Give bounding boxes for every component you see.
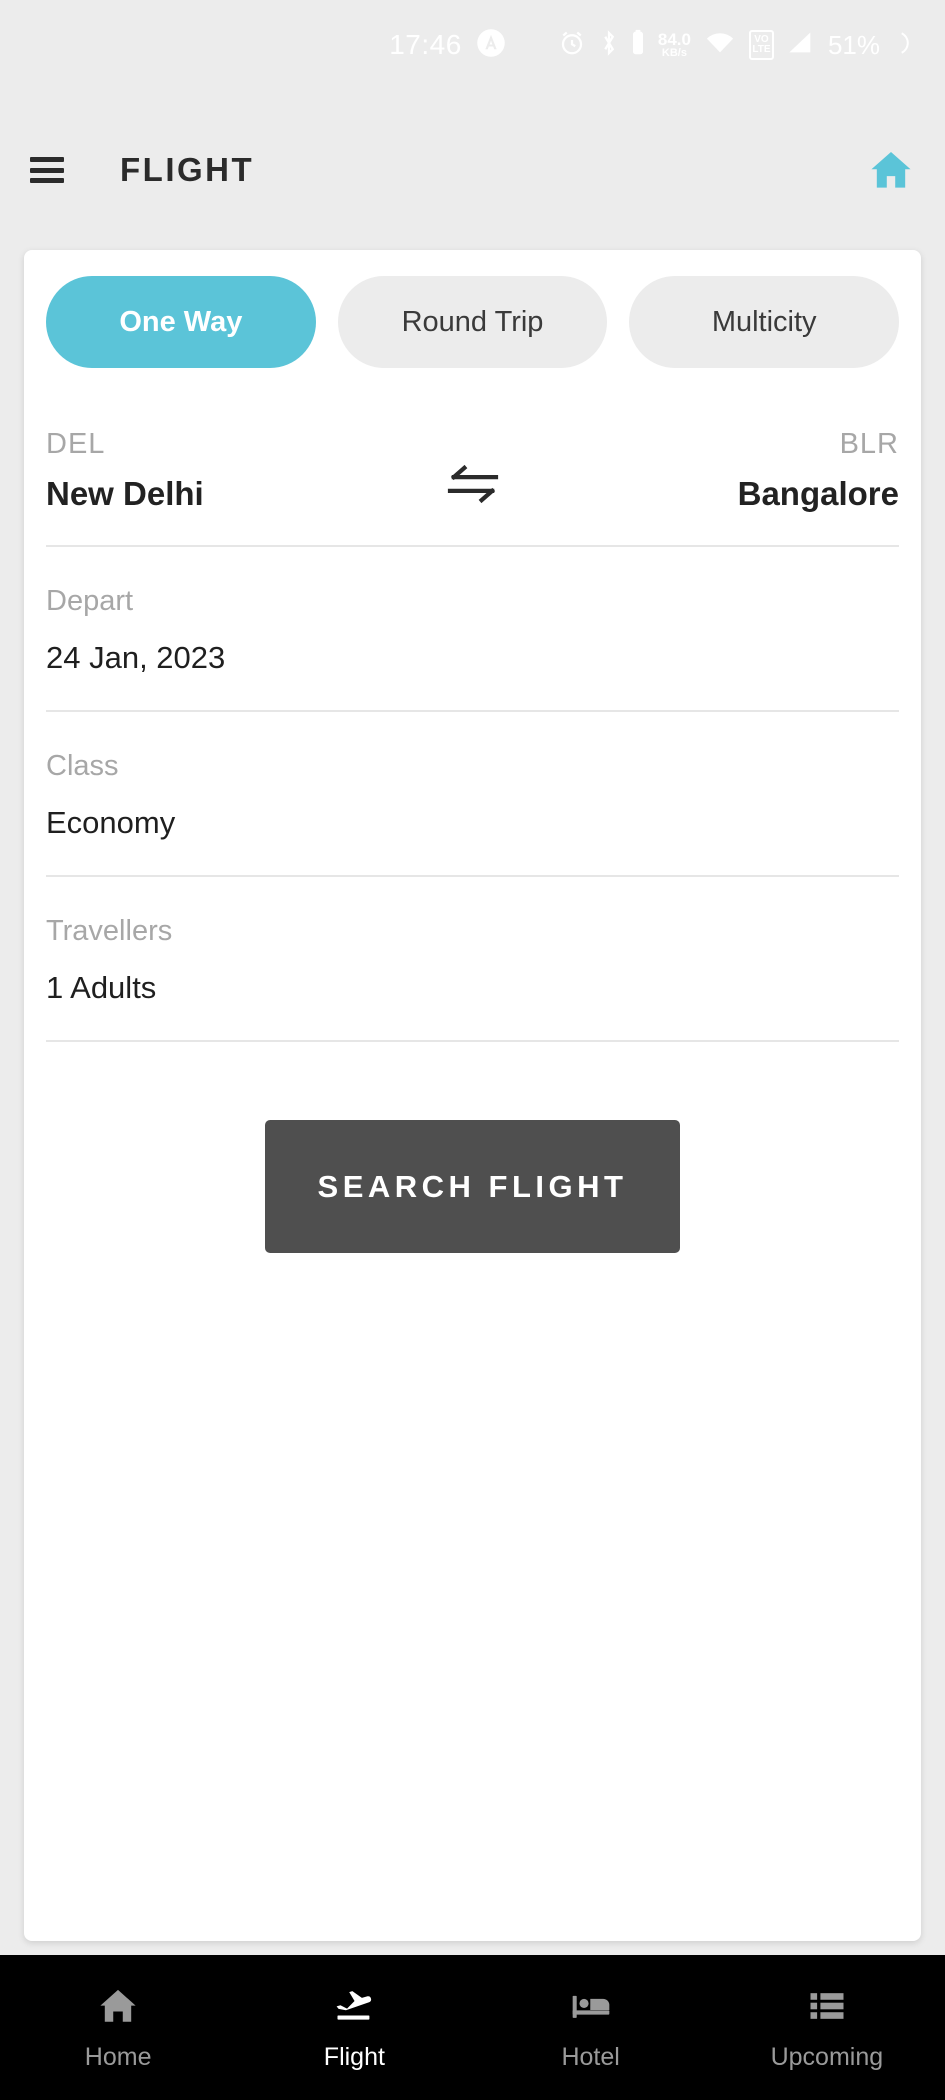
battery-icon bbox=[631, 28, 645, 63]
destination-city: Bangalore bbox=[737, 475, 899, 512]
nav-item-hotel[interactable]: Hotel bbox=[473, 1983, 709, 2072]
page-title: FLIGHT bbox=[120, 151, 255, 188]
volte-icon: VO LTE bbox=[748, 30, 774, 60]
list-icon bbox=[805, 1983, 849, 2029]
nav-item-home[interactable]: Home bbox=[0, 1983, 236, 2072]
destination-code: BLR bbox=[839, 428, 899, 460]
swap-arrows-icon[interactable] bbox=[428, 461, 518, 513]
origin-selector[interactable]: DEL New Delhi bbox=[46, 428, 428, 513]
flight-search-card: One Way Round Trip Multicity DEL New Del… bbox=[24, 250, 921, 1941]
nav-item-upcoming[interactable]: Upcoming bbox=[709, 1983, 945, 2072]
nav-item-upcoming-label: Upcoming bbox=[770, 2043, 884, 2071]
wifi-icon bbox=[704, 28, 736, 63]
nav-item-flight-label: Flight bbox=[323, 2043, 385, 2071]
search-flight-button[interactable]: SEARCH FLIGHT bbox=[265, 1120, 680, 1253]
app-bar: FLIGHT bbox=[0, 90, 945, 250]
status-bar: 17:46 84.0 KB/s VO LTE 51% bbox=[0, 0, 945, 90]
depart-field[interactable]: Depart 24 Jan, 2023 bbox=[24, 547, 921, 710]
nav-item-flight[interactable]: Flight bbox=[236, 1983, 472, 2072]
route-selector: DEL New Delhi BLR Bangalore bbox=[24, 368, 921, 545]
moon-icon bbox=[893, 28, 919, 63]
network-speed-value: 84.0 bbox=[657, 30, 691, 49]
network-speed-indicator: 84.0 KB/s bbox=[658, 31, 691, 59]
hamburger-bar bbox=[30, 157, 64, 162]
hamburger-menu-icon[interactable] bbox=[30, 157, 64, 183]
class-label: Class bbox=[46, 750, 119, 782]
hotel-bed-icon bbox=[568, 1983, 614, 2029]
status-bar-right: 84.0 KB/s VO LTE 51% bbox=[557, 28, 919, 63]
card-empty-space bbox=[24, 1253, 921, 1941]
card-bottom-spacer bbox=[24, 1941, 921, 1955]
origin-code: DEL bbox=[46, 428, 106, 460]
assistant-icon bbox=[476, 28, 506, 63]
travellers-label: Travellers bbox=[46, 915, 173, 947]
travellers-value: 1 Adults bbox=[46, 970, 157, 1005]
flight-takeoff-icon bbox=[331, 1983, 377, 2029]
tab-round-trip-label: Round Trip bbox=[401, 305, 544, 338]
bluetooth-icon bbox=[600, 28, 618, 63]
tab-multicity[interactable]: Multicity bbox=[629, 276, 900, 368]
signal-icon bbox=[787, 28, 815, 63]
header-home-icon[interactable] bbox=[867, 146, 915, 194]
volte-bottom-label: LTE bbox=[752, 44, 771, 55]
trip-type-tabs: One Way Round Trip Multicity bbox=[24, 250, 921, 368]
battery-percent-label: 51% bbox=[827, 30, 880, 60]
class-field[interactable]: Class Economy bbox=[24, 712, 921, 875]
depart-value: 24 Jan, 2023 bbox=[46, 640, 226, 675]
depart-label: Depart bbox=[46, 585, 134, 617]
class-value: Economy bbox=[46, 805, 176, 840]
destination-selector[interactable]: BLR Bangalore bbox=[518, 428, 899, 513]
tab-multicity-label: Multicity bbox=[711, 305, 817, 338]
hamburger-bar bbox=[30, 167, 64, 173]
tab-round-trip[interactable]: Round Trip bbox=[337, 276, 608, 368]
hamburger-bar bbox=[30, 178, 64, 183]
travellers-field[interactable]: Travellers 1 Adults bbox=[24, 877, 921, 1040]
search-button-container: SEARCH FLIGHT bbox=[24, 1042, 921, 1253]
origin-city: New Delhi bbox=[46, 475, 204, 512]
status-time: 17:46 bbox=[389, 29, 462, 60]
tab-one-way[interactable]: One Way bbox=[46, 276, 316, 368]
bottom-navigation-bar: Home Flight Hotel Upcoming bbox=[0, 1955, 945, 2100]
content-area: One Way Round Trip Multicity DEL New Del… bbox=[0, 250, 945, 1955]
app-screen: 17:46 84.0 KB/s VO LTE 51% FLIGHT One Wa… bbox=[0, 0, 945, 2100]
nav-item-home-label: Home bbox=[84, 2043, 152, 2071]
alarm-icon bbox=[557, 28, 587, 63]
tab-one-way-label: One Way bbox=[119, 305, 243, 338]
network-speed-unit: KB/s bbox=[661, 47, 687, 59]
home-icon bbox=[96, 1983, 140, 2029]
nav-item-hotel-label: Hotel bbox=[561, 2043, 620, 2071]
